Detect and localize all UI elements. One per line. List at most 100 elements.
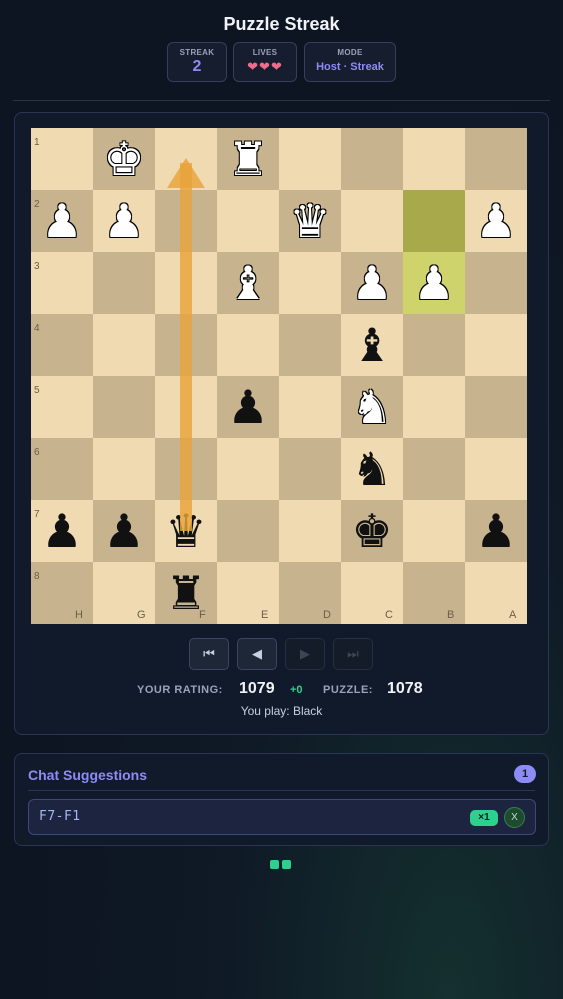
white-pawn-icon[interactable]: ♟ [341, 252, 403, 314]
black-rook-icon[interactable]: ♜ [155, 562, 217, 624]
square-g3[interactable] [93, 252, 155, 314]
white-pawn-icon[interactable]: ♟ [31, 190, 93, 252]
suggestion-item[interactable]: F7-F1 ×1 X [28, 799, 536, 835]
rank-label: 4 [34, 323, 40, 334]
square-d5[interactable] [279, 376, 341, 438]
white-queen-icon[interactable]: ♛ [279, 190, 341, 252]
file-label: H [75, 609, 83, 621]
header: Puzzle Streak STREAK 2 LIVES ❤❤❤ MODE Ho… [13, 0, 550, 101]
square-e6[interactable] [217, 438, 279, 500]
rating-row: YOUR RATING: 1079 +0 PUZZLE: 1078 [0, 680, 563, 700]
square-d6[interactable] [279, 438, 341, 500]
square-b4[interactable] [403, 314, 465, 376]
black-queen-icon[interactable]: ♛ [155, 500, 217, 562]
status-dot [282, 860, 291, 869]
square-c2[interactable] [341, 190, 403, 252]
white-knight-icon[interactable]: ♞ [341, 376, 403, 438]
square-h1[interactable] [31, 128, 93, 190]
white-bishop-icon[interactable]: ♝ [217, 252, 279, 314]
square-h8[interactable] [31, 562, 93, 624]
chat-title: Chat Suggestions [28, 767, 148, 783]
white-rook-icon[interactable]: ♜ [217, 128, 279, 190]
close-icon[interactable]: X [504, 807, 525, 828]
lives-stat: LIVES ❤❤❤ [233, 42, 297, 82]
square-c1[interactable] [341, 128, 403, 190]
square-h5[interactable] [31, 376, 93, 438]
next-move-button[interactable]: ▶ [285, 638, 325, 670]
square-d1[interactable] [279, 128, 341, 190]
page-title: Puzzle Streak [223, 14, 340, 34]
rank-label: 1 [34, 137, 40, 148]
lives-label: LIVES [252, 48, 278, 57]
white-pawn-icon[interactable]: ♟ [93, 190, 155, 252]
black-pawn-icon[interactable]: ♟ [31, 500, 93, 562]
file-label: A [509, 609, 517, 621]
square-f6[interactable] [155, 438, 217, 500]
square-a4[interactable] [465, 314, 527, 376]
prev-move-button[interactable]: ◀ [237, 638, 277, 670]
square-d4[interactable] [279, 314, 341, 376]
square-d8[interactable] [279, 562, 341, 624]
file-label: C [385, 609, 393, 621]
square-f1[interactable] [155, 128, 217, 190]
chess-board[interactable]: 1 2 3 4 5 6 7 8 H G F E D C B A ♚ ♜ ♟ ♟ ♛ ♟ ♝ ♟ ♟ ♝ ♟ ♞ ♞ ♟ ♟ ♛ ♚ ♟ ♜ [31, 128, 527, 624]
file-label: E [261, 609, 269, 621]
black-pawn-icon[interactable]: ♟ [93, 500, 155, 562]
square-g4[interactable] [93, 314, 155, 376]
square-g5[interactable] [93, 376, 155, 438]
black-pawn-icon[interactable]: ♟ [217, 376, 279, 438]
your-rating-value: 1079 [239, 680, 275, 697]
mode-label: MODE [337, 48, 363, 57]
square-g8[interactable] [93, 562, 155, 624]
square-e7[interactable] [217, 500, 279, 562]
black-pawn-icon[interactable]: ♟ [465, 500, 527, 562]
last-move-button[interactable]: ⏭ [333, 638, 373, 670]
square-f5[interactable] [155, 376, 217, 438]
square-e4[interactable] [217, 314, 279, 376]
square-a6[interactable] [465, 438, 527, 500]
square-b6[interactable] [403, 438, 465, 500]
file-label: B [447, 609, 455, 621]
file-label: G [137, 609, 146, 621]
square-d7[interactable] [279, 500, 341, 562]
square-a8[interactable] [465, 562, 527, 624]
square-d3[interactable] [279, 252, 341, 314]
status-dot [270, 860, 279, 869]
rank-label: 3 [34, 261, 40, 272]
square-e8[interactable] [217, 562, 279, 624]
square-a5[interactable] [465, 376, 527, 438]
square-f2[interactable] [155, 190, 217, 252]
square-f4[interactable] [155, 314, 217, 376]
square-b2[interactable] [403, 190, 465, 252]
black-king-icon[interactable]: ♚ [341, 500, 403, 562]
white-pawn-icon[interactable]: ♟ [465, 190, 527, 252]
square-g6[interactable] [93, 438, 155, 500]
square-b8[interactable] [403, 562, 465, 624]
square-c8[interactable] [341, 562, 403, 624]
square-b7[interactable] [403, 500, 465, 562]
your-rating-label: YOUR RATING: [137, 684, 223, 696]
chat-suggestions-panel: Chat Suggestions 1 F7-F1 ×1 X [14, 753, 549, 846]
white-king-icon[interactable]: ♚ [93, 128, 155, 190]
square-a3[interactable] [465, 252, 527, 314]
square-a1[interactable] [465, 128, 527, 190]
rank-label: 6 [34, 447, 40, 458]
black-bishop-icon[interactable]: ♝ [341, 314, 403, 376]
suggestion-count-badge: 1 [514, 765, 536, 783]
square-b5[interactable] [403, 376, 465, 438]
first-move-button[interactable]: ⏮ [189, 638, 229, 670]
lives-hearts-icon: ❤❤❤ [247, 59, 283, 74]
black-knight-icon[interactable]: ♞ [341, 438, 403, 500]
square-h3[interactable] [31, 252, 93, 314]
square-b1[interactable] [403, 128, 465, 190]
puzzle-rating-value: 1078 [387, 680, 423, 697]
square-f3[interactable] [155, 252, 217, 314]
mode-value: Host · Streak [316, 61, 384, 73]
square-h6[interactable] [31, 438, 93, 500]
square-e2[interactable] [217, 190, 279, 252]
rating-delta: +0 [290, 684, 303, 696]
rank-label: 8 [34, 571, 40, 582]
mode-stat: MODE Host · Streak [304, 42, 396, 82]
square-h4[interactable] [31, 314, 93, 376]
white-pawn-icon[interactable]: ♟ [403, 252, 465, 314]
